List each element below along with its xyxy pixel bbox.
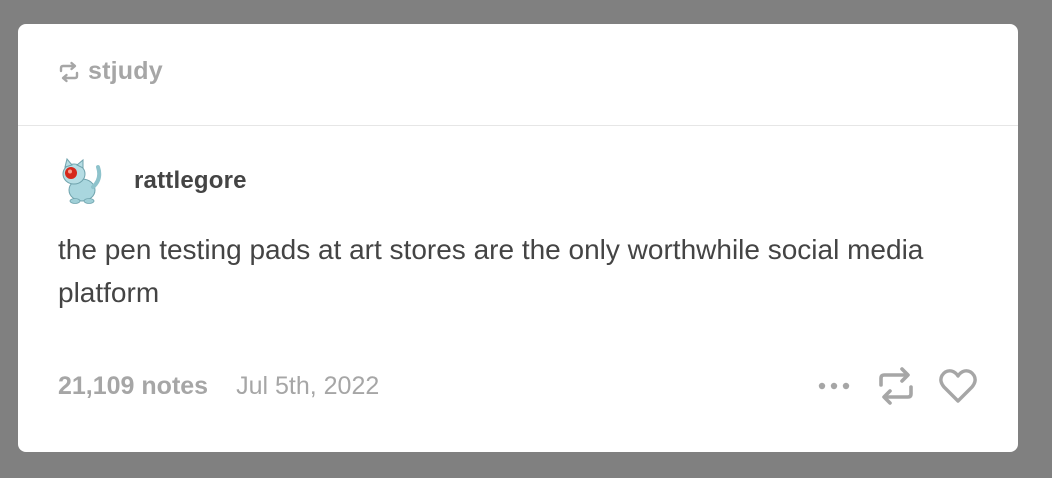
heart-icon[interactable] bbox=[938, 366, 978, 406]
post-text: the pen testing pads at art stores are t… bbox=[58, 234, 924, 308]
post-actions bbox=[814, 366, 978, 406]
reblogger-link[interactable]: stjudy bbox=[88, 57, 163, 86]
author-name[interactable]: rattlegore bbox=[134, 167, 247, 195]
more-options-icon[interactable] bbox=[814, 366, 854, 406]
post-header: stjudy bbox=[18, 24, 1018, 126]
post-date[interactable]: Jul 5th, 2022 bbox=[236, 372, 379, 401]
post-card: stjudy rattlegore the pen testing pads a… bbox=[18, 24, 1018, 452]
author-row: rattlegore bbox=[58, 157, 247, 205]
notes-count[interactable]: 21,109 notes bbox=[58, 372, 208, 401]
cat-avatar-icon[interactable] bbox=[58, 157, 104, 205]
reblog-icon bbox=[58, 61, 80, 83]
post-footer: 21,109 notes Jul 5th, 2022 bbox=[58, 364, 978, 408]
reblog-icon[interactable] bbox=[876, 366, 916, 406]
